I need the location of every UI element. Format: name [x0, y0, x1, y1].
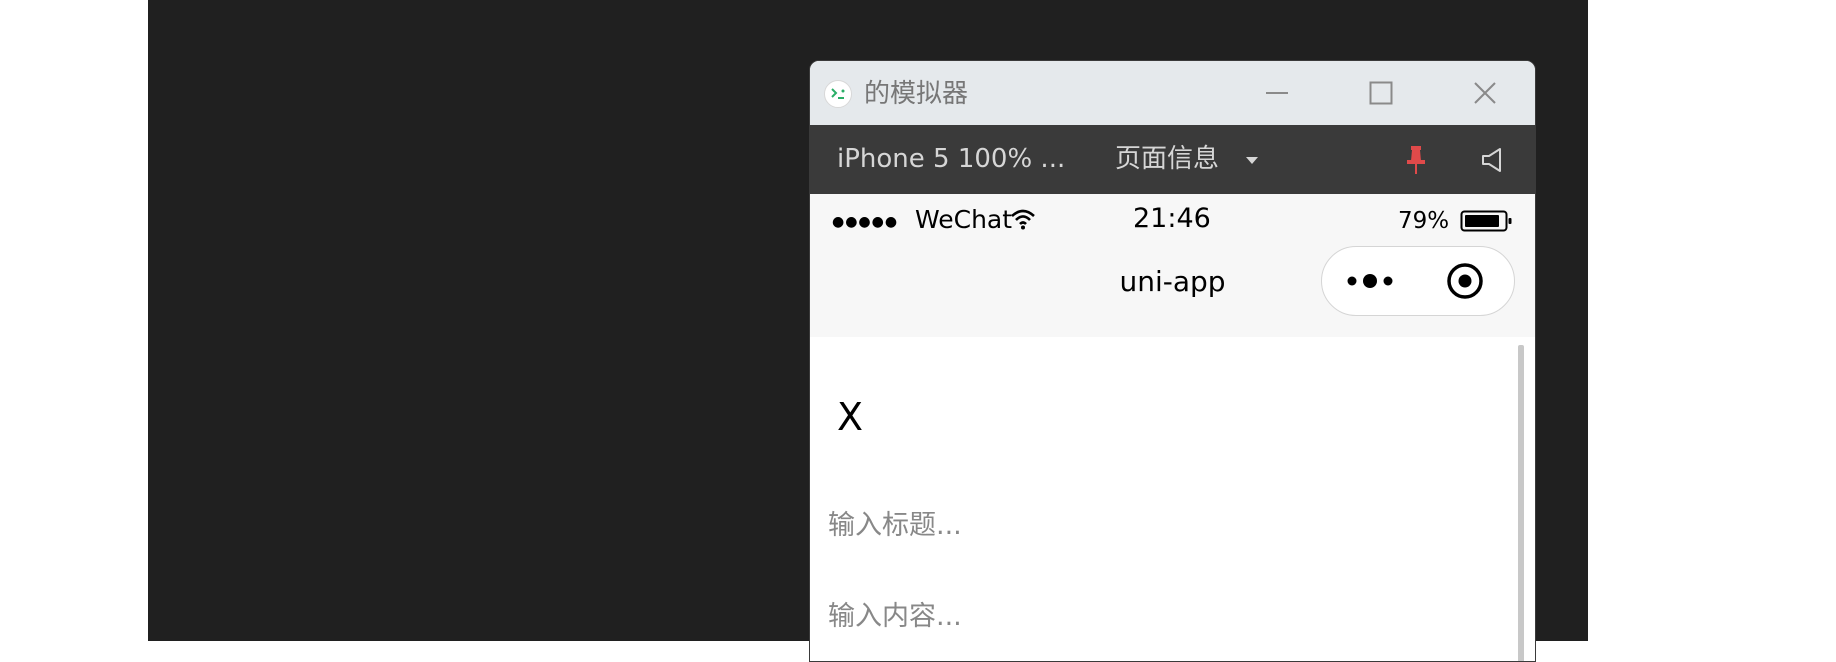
device-selector[interactable]: iPhone 5 100% ...: [837, 144, 1065, 174]
battery-icon: [1460, 210, 1512, 232]
maximize-button[interactable]: [1356, 71, 1406, 115]
more-options-icon[interactable]: [1346, 271, 1396, 291]
signal-strength-icon: ●●●●●: [832, 214, 899, 230]
page-content: X: [810, 337, 1535, 661]
title-input[interactable]: [828, 505, 1498, 545]
phone-screen: ●●●●● WeChat 21:46 79% uni-app X 输入标题...…: [810, 194, 1535, 661]
status-time: 21:46: [1133, 203, 1211, 234]
minimize-button[interactable]: [1252, 71, 1302, 115]
wechat-devtools-icon: [824, 80, 852, 108]
page-info-dropdown[interactable]: 页面信息: [1115, 144, 1219, 174]
window-titlebar: 的模拟器: [810, 61, 1535, 125]
phone-status-bar: ●●●●● WeChat 21:46 79%: [810, 194, 1535, 246]
close-window-button[interactable]: [1460, 71, 1510, 115]
caret-down-icon: [1246, 157, 1258, 164]
window-title: 的模拟器: [864, 79, 969, 109]
close-button[interactable]: X: [837, 397, 863, 437]
simulator-window: 的模拟器 iPhone 5 100% ... 页面信息 ●●●●● WeChat…: [809, 60, 1536, 662]
scrollbar[interactable]: [1518, 345, 1524, 661]
capsule-divider: [1418, 265, 1419, 299]
simulator-toolbar: iPhone 5 100% ... 页面信息: [810, 125, 1535, 194]
content-input[interactable]: [828, 596, 1498, 636]
carrier-label: WeChat: [915, 205, 1013, 234]
pin-icon[interactable]: [1406, 145, 1426, 175]
menu-capsule: [1321, 246, 1515, 316]
mini-program-navbar: uni-app: [810, 246, 1535, 337]
battery-percentage: 79%: [1398, 208, 1450, 234]
speaker-icon[interactable]: [1480, 147, 1506, 173]
exit-mini-program-icon[interactable]: [1445, 261, 1485, 301]
wifi-icon: [1011, 209, 1035, 230]
